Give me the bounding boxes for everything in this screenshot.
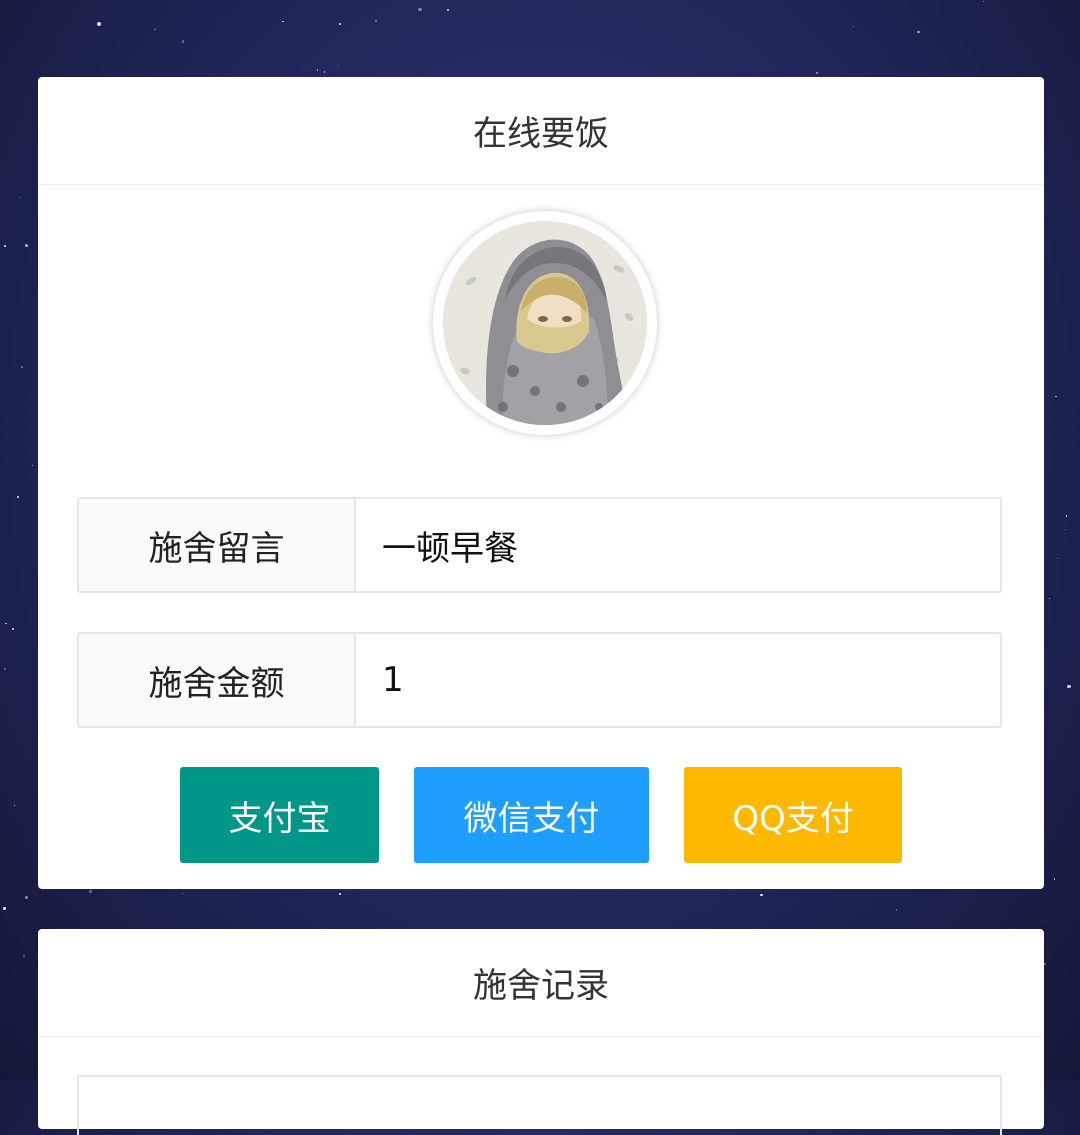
donation-card: 在线要饭 施舍留言 一顿早餐 施舍金额 1 支付宝 微信支付 QQ支付: [38, 77, 1044, 889]
amount-input[interactable]: [356, 634, 1000, 726]
star: [89, 890, 92, 893]
star: [447, 9, 449, 11]
amount-field: 施舍金额: [77, 632, 1002, 728]
star: [339, 893, 341, 895]
star: [418, 7, 422, 12]
donation-card-title: 在线要饭: [38, 77, 1044, 185]
records-card-title: 施舍记录: [38, 929, 1044, 1037]
star: [1045, 921, 1047, 923]
star: [23, 955, 26, 958]
star: [760, 893, 763, 897]
star: [338, 65, 340, 67]
star: [12, 628, 15, 630]
star: [917, 31, 920, 34]
star: [982, 1, 985, 3]
star: [1053, 878, 1056, 880]
avatar: [433, 211, 657, 435]
star: [1065, 529, 1067, 531]
star: [25, 244, 28, 247]
star: [1055, 395, 1057, 398]
star: [19, 196, 21, 198]
star: [816, 71, 818, 74]
qq-pay-button[interactable]: QQ支付: [684, 767, 902, 863]
star: [282, 20, 285, 23]
star: [1057, 558, 1059, 560]
star: [316, 69, 319, 72]
star: [21, 366, 23, 368]
wechat-pay-button[interactable]: 微信支付: [414, 767, 649, 863]
star: [96, 22, 101, 27]
star: [181, 40, 185, 43]
star: [3, 907, 7, 911]
records-card: 施舍记录: [38, 929, 1044, 1135]
star: [853, 26, 855, 28]
star: [5, 622, 7, 624]
records-table: [77, 1075, 1002, 1135]
alipay-button[interactable]: 支付宝: [180, 767, 379, 863]
star: [895, 909, 898, 911]
message-input[interactable]: [356, 499, 1000, 591]
star: [3, 245, 6, 247]
star: [1067, 684, 1071, 689]
star: [1065, 515, 1068, 517]
star: [3, 667, 6, 670]
star: [339, 23, 342, 26]
anime-avatar-icon: [443, 221, 647, 425]
star: [24, 896, 29, 900]
star: [323, 71, 325, 73]
star: [182, 892, 184, 894]
star: [1048, 598, 1050, 600]
message-field: 施舍留言: [77, 497, 1002, 593]
star: [16, 495, 20, 499]
amount-label: 施舍金额: [79, 634, 356, 726]
star: [153, 28, 156, 31]
message-label: 施舍留言: [79, 499, 356, 591]
star: [13, 804, 15, 806]
star: [32, 464, 34, 466]
star: [375, 19, 378, 22]
